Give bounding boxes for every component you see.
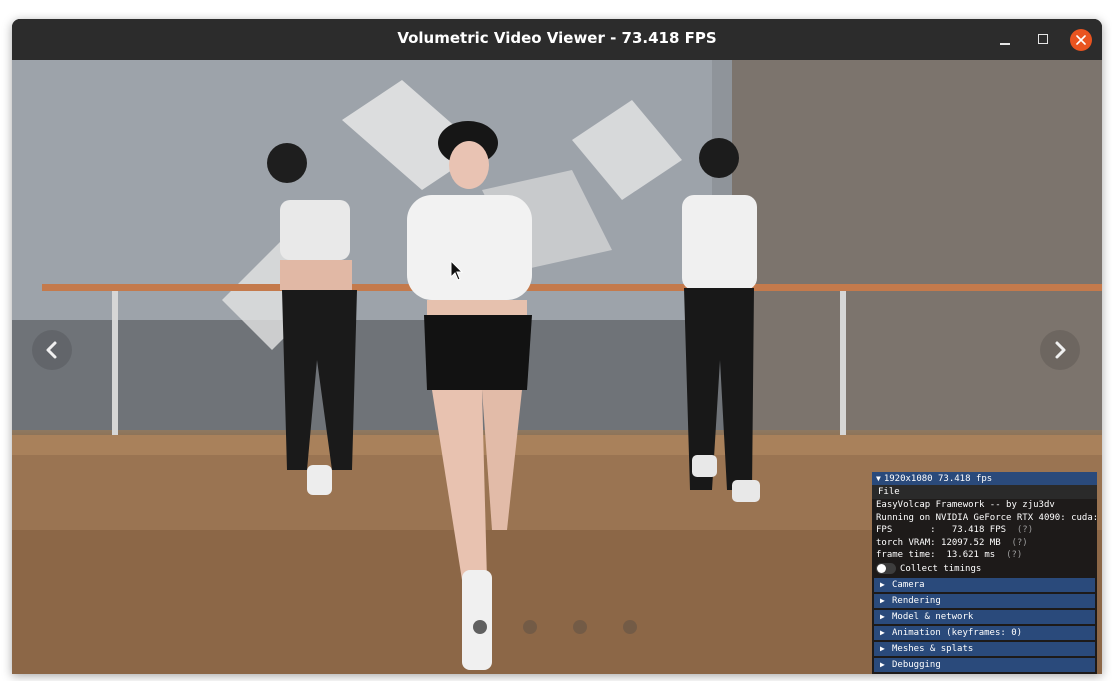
section-model-network[interactable]: ▶ Model & network (874, 609, 1095, 624)
info-frame-time: frame time: 13.621 ms (?) (876, 550, 1023, 560)
minimize-button[interactable] (994, 29, 1016, 51)
section-camera[interactable]: ▶ Camera (874, 577, 1095, 592)
collect-timings-row: Collect timings (872, 562, 1097, 576)
section-debugging[interactable]: ▶ Debugging (874, 657, 1095, 672)
mural-right (732, 60, 1102, 430)
menu-bar: File (872, 485, 1097, 499)
chevron-left-icon (46, 341, 57, 359)
maximize-button[interactable] (1032, 29, 1054, 51)
info-framework: EasyVolcap Framework -- by zju3dv (876, 500, 1055, 510)
imgui-panel: ▼ 1920x1080 73.418 fps File EasyVolcap Fr… (872, 472, 1097, 674)
close-icon (1076, 35, 1086, 45)
info-vram: torch VRAM: 12097.52 MB (?) (876, 537, 1028, 548)
window-title: Volumetric Video Viewer - 73.418 FPS (397, 29, 717, 47)
collapse-triangle-icon: ▼ (876, 474, 881, 483)
panel-header[interactable]: ▼ 1920x1080 73.418 fps (872, 472, 1097, 485)
expand-triangle-icon: ▶ (880, 595, 885, 605)
section-animation[interactable]: ▶ Animation (keyframes: 0) (874, 625, 1095, 640)
ballet-bar (42, 284, 1102, 291)
close-button[interactable] (1070, 29, 1092, 51)
view-dot[interactable] (523, 620, 537, 634)
mouse-cursor-icon (450, 260, 464, 281)
help-marker[interactable]: (?) (1006, 550, 1022, 560)
info-device: Running on NVIDIA GeForce RTX 4090: cuda… (876, 512, 1097, 523)
view-dot[interactable] (573, 620, 587, 634)
expand-triangle-icon: ▶ (880, 659, 885, 669)
view-dot[interactable] (623, 620, 637, 634)
section-rendering[interactable]: ▶ Rendering (874, 593, 1095, 608)
expand-triangle-icon: ▶ (880, 627, 885, 637)
chevron-right-icon (1055, 341, 1066, 359)
help-marker[interactable]: (?) (1017, 525, 1033, 535)
expand-triangle-icon: ▶ (880, 579, 885, 589)
render-viewport[interactable]: ▼ 1920x1080 73.418 fps File EasyVolcap Fr… (12, 60, 1102, 674)
viewer-window: Volumetric Video Viewer - 73.418 FPS ▼ 1… (12, 19, 1102, 674)
collect-timings-label: Collect timings (900, 563, 982, 574)
info-fps: FPS : 73.418 FPS (?) (876, 525, 1034, 535)
help-marker[interactable]: (?) (1011, 538, 1027, 548)
title-bar[interactable]: Volumetric Video Viewer - 73.418 FPS (12, 19, 1102, 60)
expand-triangle-icon: ▶ (880, 611, 885, 621)
next-view-button[interactable] (1040, 330, 1080, 370)
section-meshes-splats[interactable]: ▶ Meshes & splats (874, 641, 1095, 656)
collect-timings-toggle[interactable] (876, 563, 896, 574)
view-dot[interactable] (473, 620, 487, 634)
mural-lower (12, 320, 732, 430)
prev-view-button[interactable] (32, 330, 72, 370)
menu-file[interactable]: File (878, 487, 900, 497)
panel-header-text: 1920x1080 73.418 fps (883, 474, 993, 484)
expand-triangle-icon: ▶ (880, 643, 885, 653)
